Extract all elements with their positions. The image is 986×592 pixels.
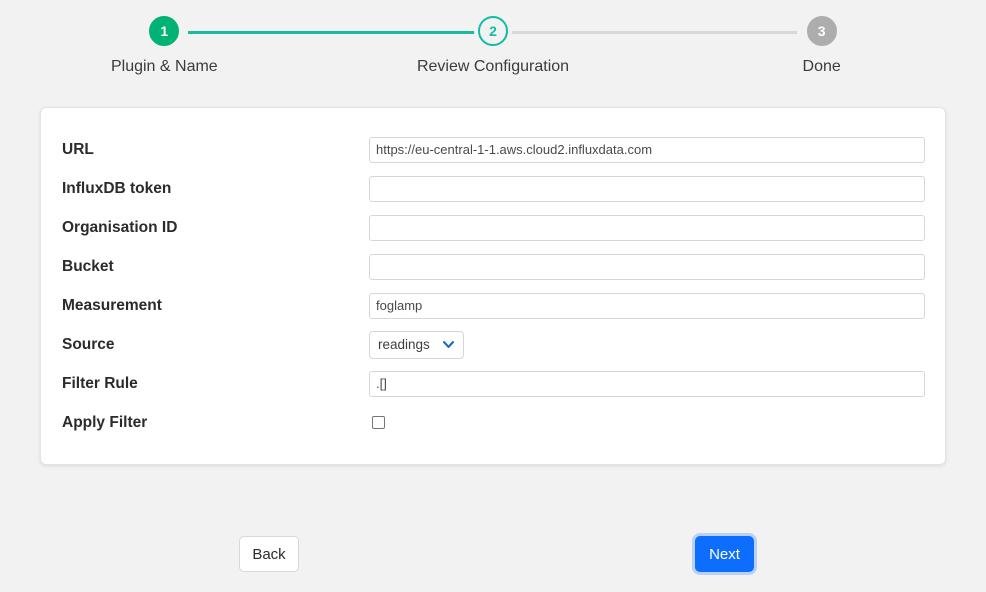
control-organisation-id: [369, 215, 925, 241]
form-row-organisation-id: Organisation ID: [62, 208, 925, 247]
configuration-card: URL InfluxDB token Organisation ID Bucke…: [40, 107, 946, 465]
label-source: Source: [62, 336, 369, 354]
apply-filter-checkbox[interactable]: [372, 416, 385, 429]
influxdb-token-input[interactable]: [369, 176, 925, 202]
step-3-label: Done: [803, 58, 841, 76]
step-2-badge: 2: [478, 16, 508, 46]
step-2-label: Review Configuration: [417, 58, 569, 76]
label-organisation-id: Organisation ID: [62, 219, 369, 237]
label-apply-filter: Apply Filter: [62, 414, 369, 432]
source-select[interactable]: readings: [369, 331, 464, 359]
control-filter-rule: [369, 371, 925, 397]
step-1-label: Plugin & Name: [111, 58, 218, 76]
organisation-id-input[interactable]: [369, 215, 925, 241]
label-bucket: Bucket: [62, 258, 369, 276]
wizard-footer: Back Next: [0, 536, 986, 572]
label-filter-rule: Filter Rule: [62, 375, 369, 393]
stepper-step-2[interactable]: 2 Review Configuration: [329, 16, 658, 76]
url-input[interactable]: [369, 137, 925, 163]
label-measurement: Measurement: [62, 297, 369, 315]
stepper-step-3[interactable]: 3 Done: [657, 16, 986, 76]
form-row-filter-rule: Filter Rule: [62, 364, 925, 403]
control-source: readings: [369, 331, 925, 359]
back-button[interactable]: Back: [239, 536, 299, 572]
source-select-value: readings: [378, 337, 430, 352]
step-3-badge: 3: [807, 16, 837, 46]
control-bucket: [369, 254, 925, 280]
stepper-steps: 1 Plugin & Name 2 Review Configuration 3…: [0, 16, 986, 76]
label-influxdb-token: InfluxDB token: [62, 180, 369, 198]
measurement-input[interactable]: [369, 293, 925, 319]
control-influxdb-token: [369, 176, 925, 202]
form-row-url: URL: [62, 130, 925, 169]
chevron-down-icon: [442, 338, 455, 351]
stepper-step-1[interactable]: 1 Plugin & Name: [0, 16, 329, 76]
control-apply-filter: [369, 416, 925, 429]
form-row-bucket: Bucket: [62, 247, 925, 286]
filter-rule-input[interactable]: [369, 371, 925, 397]
control-url: [369, 137, 925, 163]
next-button[interactable]: Next: [695, 536, 754, 572]
wizard-stepper: 1 Plugin & Name 2 Review Configuration 3…: [0, 0, 986, 86]
form-row-measurement: Measurement: [62, 286, 925, 325]
form-row-apply-filter: Apply Filter: [62, 403, 925, 442]
form-row-source: Source readings: [62, 325, 925, 364]
form-row-influxdb-token: InfluxDB token: [62, 169, 925, 208]
control-measurement: [369, 293, 925, 319]
label-url: URL: [62, 141, 369, 159]
step-1-badge: 1: [149, 16, 179, 46]
bucket-input[interactable]: [369, 254, 925, 280]
